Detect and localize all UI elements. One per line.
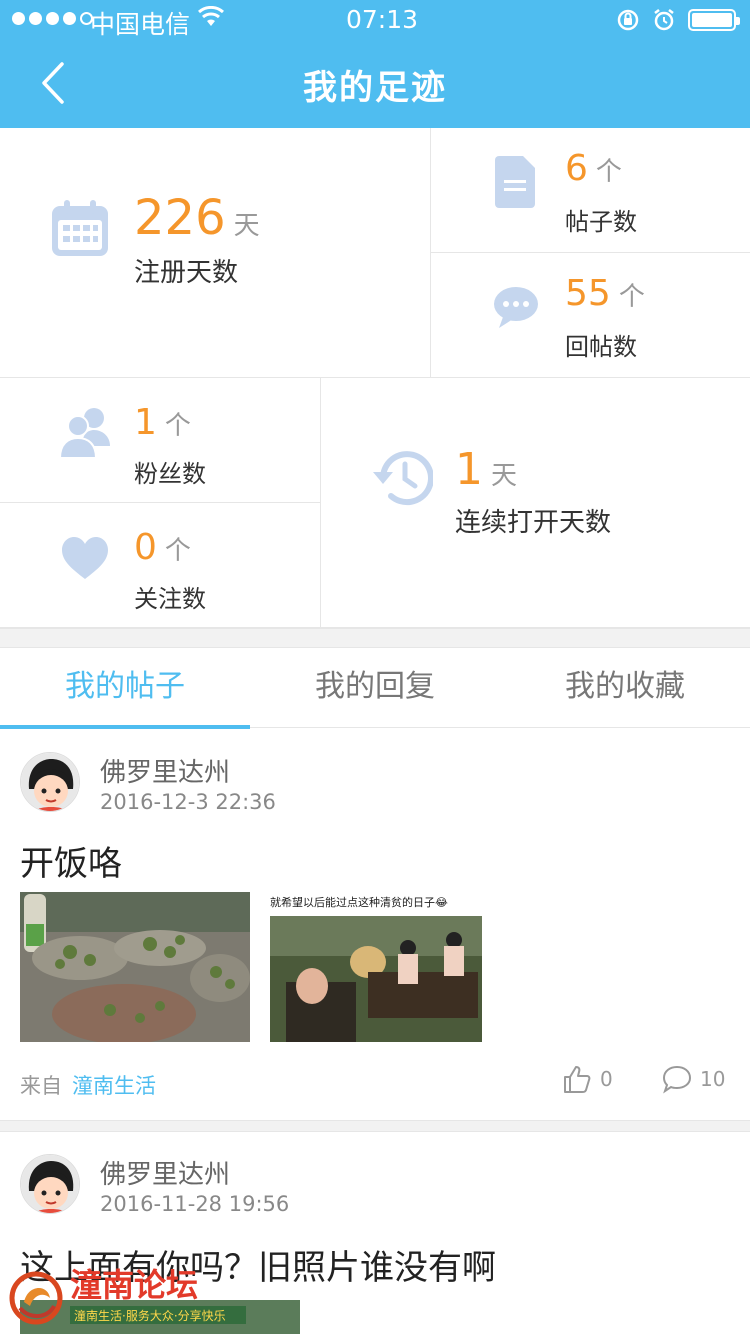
alarm-icon [654, 9, 674, 31]
comment-button[interactable]: 10 [662, 1064, 725, 1094]
chat-bubble-icon [494, 287, 538, 328]
nav-bar: 我的足迹 [0, 40, 750, 128]
post-image-2[interactable]: 就希望以后能过点这种清贫的日子😂 [268, 892, 488, 1042]
tab-my-replies[interactable]: 我的回复 [250, 648, 500, 728]
source-link[interactable]: 潼南生活 [72, 1074, 156, 1098]
replies-label: 回帖数 [565, 333, 637, 361]
post-divider [0, 1120, 750, 1132]
register-days-label: 注册天数 [134, 258, 239, 288]
avatar[interactable] [20, 752, 80, 812]
replies-value: 55 [565, 273, 611, 314]
tab-bar: 我的帖子 我的回复 我的收藏 [0, 648, 750, 729]
stat-streak: 1天 连续打开天数 [321, 378, 750, 628]
posts-value: 6 [565, 148, 588, 189]
post-title[interactable]: 开饭咯 [20, 836, 122, 885]
post-time: 2016-12-3 22:36 [100, 790, 276, 814]
signal-icon [12, 12, 93, 25]
post-author[interactable]: 佛罗里达州 [100, 752, 230, 789]
thumbs-up-icon [564, 1066, 591, 1093]
following-value: 0 [134, 527, 157, 568]
post-time: 2016-11-28 19:56 [100, 1192, 290, 1216]
streak-unit: 天 [491, 461, 518, 491]
users-icon [60, 408, 110, 458]
stat-fans[interactable]: 1个 粉丝数 [0, 378, 321, 503]
battery-icon [688, 9, 740, 31]
posts-unit: 个 [595, 157, 622, 187]
watermark-logo: 潼南论坛 潼南生活·服务大众·分享快乐 [4, 1262, 304, 1334]
post-card[interactable]: 佛罗里达州 2016-12-3 22:36 开饭咯 就希望以后能过点这种清贫的日… [0, 728, 750, 1120]
stat-register-days: 226 天 注册天数 [0, 128, 431, 378]
stat-posts[interactable]: 6个 帖子数 [431, 128, 750, 253]
like-count: 0 [600, 1067, 613, 1091]
heart-icon [62, 537, 108, 579]
rotation-lock-icon [617, 9, 639, 31]
comment-count: 10 [700, 1067, 726, 1091]
tab-my-posts[interactable]: 我的帖子 [0, 648, 250, 729]
section-divider [0, 628, 750, 648]
status-bar: 中国电信 07:13 [0, 0, 750, 40]
carrier-label: 中国电信 [90, 10, 191, 39]
following-unit: 个 [164, 536, 191, 566]
like-button[interactable]: 0 [562, 1064, 613, 1094]
page-title: 我的足迹 [303, 68, 447, 108]
top-bar: 中国电信 07:13 我的足迹 [0, 0, 750, 128]
fans-value: 1 [134, 402, 157, 443]
stat-following[interactable]: 0个 关注数 [0, 503, 321, 628]
posts-label: 帖子数 [565, 208, 637, 236]
from-label: 来自 [20, 1074, 62, 1098]
post-image-1[interactable] [20, 892, 250, 1042]
register-days-unit: 天 [233, 211, 260, 241]
replies-unit: 个 [618, 282, 645, 312]
post-author[interactable]: 佛罗里达州 [100, 1154, 230, 1191]
tab-my-favorites[interactable]: 我的收藏 [500, 648, 750, 728]
post-image-2-caption: 就希望以后能过点这种清贫的日子😂 [270, 895, 448, 909]
wifi-icon [198, 6, 224, 26]
fans-label: 粉丝数 [134, 460, 206, 488]
watermark-slogan: 潼南生活·服务大众·分享快乐 [74, 1308, 226, 1323]
streak-value: 1 [455, 444, 483, 495]
document-icon [495, 156, 535, 208]
following-label: 关注数 [134, 585, 206, 613]
stats-panel: 226 天 注册天数 6个 帖子数 55 个 回帖数 1 个 粉丝数 0 个 关… [0, 128, 750, 628]
post-source: 来自 潼南生活 [20, 1070, 156, 1100]
streak-label: 连续打开天数 [455, 508, 612, 538]
register-days-value: 226 [134, 190, 226, 246]
calendar-icon [52, 200, 108, 256]
stat-replies[interactable]: 55 个 回帖数 [431, 253, 750, 378]
comment-icon [662, 1065, 692, 1094]
status-time: 07:13 [346, 5, 419, 34]
avatar[interactable] [20, 1154, 80, 1214]
fans-unit: 个 [164, 411, 191, 441]
history-icon [373, 451, 433, 506]
watermark-name: 潼南论坛 [70, 1266, 198, 1304]
